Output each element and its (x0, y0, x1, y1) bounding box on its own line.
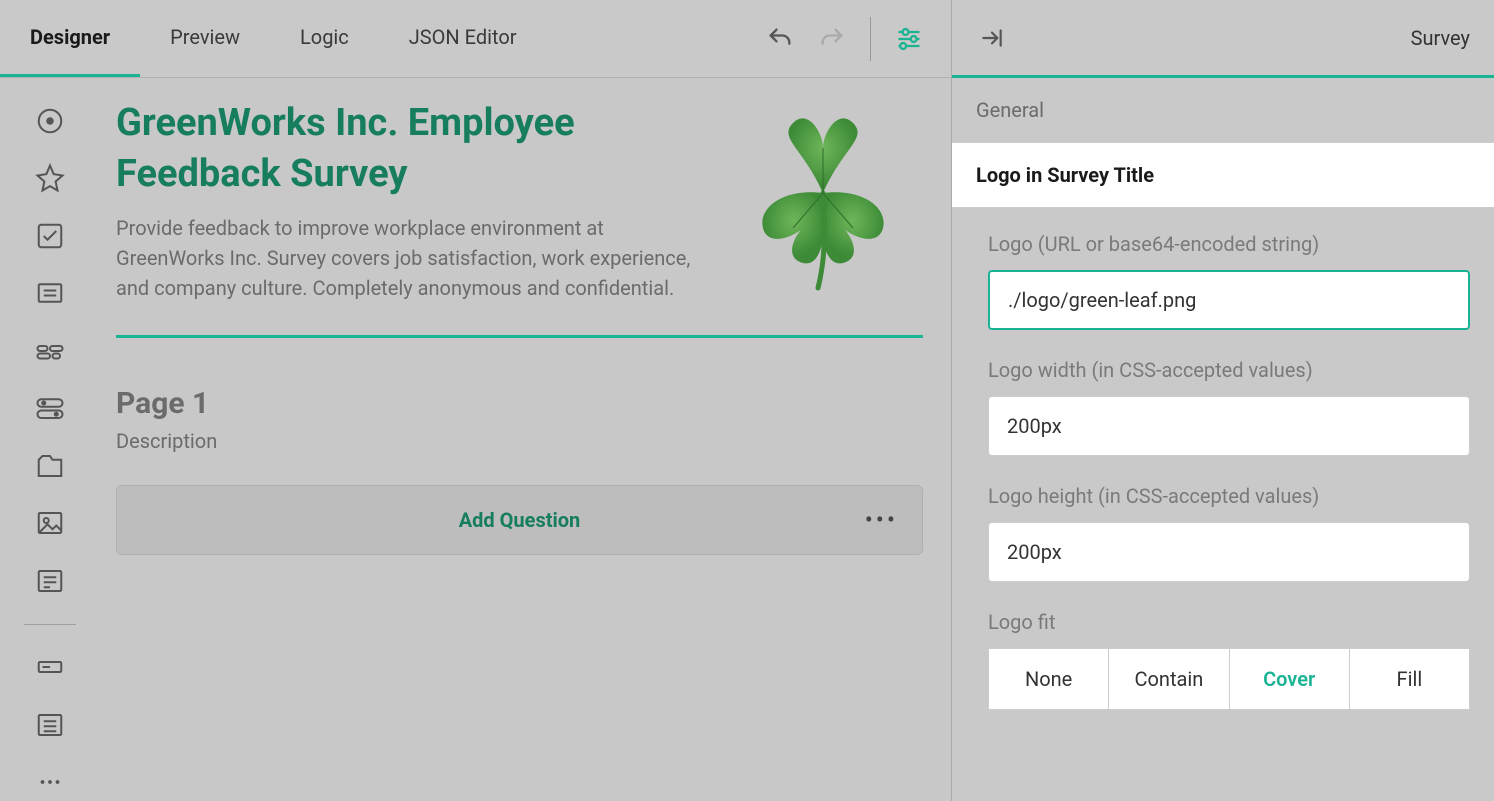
logo-height-label: Logo height (in CSS-accepted values) (988, 484, 1470, 508)
undo-icon (766, 25, 794, 53)
toolbox (0, 78, 100, 801)
logo-fit-contain[interactable]: Contain (1109, 648, 1229, 710)
designer-body: GreenWorks Inc. Employee Feedback Survey… (0, 78, 951, 801)
tab-preview[interactable]: Preview (140, 0, 270, 77)
tool-singleinput[interactable] (28, 649, 72, 687)
settings-button[interactable] (887, 17, 931, 61)
tab-designer[interactable]: Designer (0, 0, 140, 77)
section-logo-body: Logo (URL or base64-encoded string) Logo… (952, 208, 1494, 778)
tabs-right (758, 17, 951, 61)
collapse-panel-button[interactable] (976, 22, 1008, 54)
tool-image[interactable] (28, 505, 72, 543)
tool-more[interactable] (28, 764, 72, 801)
tabs-left: Designer Preview Logic JSON Editor (0, 0, 547, 77)
logo-fit-label: Logo fit (988, 610, 1470, 634)
tool-radiogroup[interactable] (28, 102, 72, 140)
survey-title[interactable]: GreenWorks Inc. Employee Feedback Survey (116, 98, 699, 201)
logo-fit-buttongroup: None Contain Cover Fill (988, 648, 1470, 710)
survey-header[interactable]: GreenWorks Inc. Employee Feedback Survey… (116, 98, 923, 338)
page-title[interactable]: Page 1 (116, 386, 923, 421)
logo-height-input[interactable] (988, 522, 1470, 582)
tab-logic[interactable]: Logic (270, 0, 379, 77)
logo-fit-cover[interactable]: Cover (1230, 648, 1350, 710)
tool-comment[interactable] (28, 562, 72, 600)
logo-url-label: Logo (URL or base64-encoded string) (988, 232, 1470, 256)
survey-logo[interactable] (723, 98, 923, 298)
tool-file[interactable] (28, 447, 72, 485)
tool-multipletext[interactable] (28, 706, 72, 744)
main-area: Designer Preview Logic JSON Editor (0, 0, 951, 801)
redo-icon (818, 25, 846, 53)
logo-width-label: Logo width (in CSS-accepted values) (988, 358, 1470, 382)
section-logo-header[interactable]: Logo in Survey Title (952, 142, 1494, 208)
separator (870, 17, 871, 61)
section-general[interactable]: General (952, 78, 1494, 142)
logo-width-input[interactable] (988, 396, 1470, 456)
settings-icon (895, 25, 923, 53)
right-panel-title: Survey (1411, 26, 1470, 50)
page-description[interactable]: Description (116, 429, 923, 453)
logo-fit-fill[interactable]: Fill (1350, 648, 1470, 710)
redo-button[interactable] (810, 17, 854, 61)
field-logo-fit: Logo fit None Contain Cover Fill (988, 610, 1470, 710)
survey-description[interactable]: Provide feedback to improve workplace en… (116, 213, 699, 303)
canvas: GreenWorks Inc. Employee Feedback Survey… (100, 78, 951, 801)
undo-button[interactable] (758, 17, 802, 61)
right-panel: Survey General Logo in Survey Title Logo… (951, 0, 1494, 801)
field-logo-url: Logo (URL or base64-encoded string) (988, 232, 1470, 330)
add-question-more-icon[interactable]: ••• (865, 506, 898, 534)
field-logo-width: Logo width (in CSS-accepted values) (988, 358, 1470, 456)
tool-rating[interactable] (28, 160, 72, 198)
logo-url-input[interactable] (988, 270, 1470, 330)
top-tabs: Designer Preview Logic JSON Editor (0, 0, 951, 78)
tool-boolean[interactable] (28, 390, 72, 428)
page-section[interactable]: Page 1 Description Add Question ••• (116, 338, 923, 555)
add-question-label: Add Question (459, 508, 581, 532)
survey-header-text: GreenWorks Inc. Employee Feedback Survey… (116, 98, 699, 303)
panel-content: General Logo in Survey Title Logo (URL o… (952, 78, 1494, 801)
tool-checkbox[interactable] (28, 217, 72, 255)
tool-tagbox[interactable] (28, 332, 72, 370)
right-panel-header: Survey (952, 0, 1494, 78)
tool-dropdown[interactable] (28, 275, 72, 313)
tab-json-editor[interactable]: JSON Editor (379, 0, 547, 77)
add-question-button[interactable]: Add Question ••• (116, 485, 923, 555)
logo-fit-none[interactable]: None (988, 648, 1109, 710)
toolbox-separator (24, 624, 76, 625)
collapse-right-icon (979, 25, 1005, 51)
shamrock-icon (723, 98, 923, 298)
field-logo-height: Logo height (in CSS-accepted values) (988, 484, 1470, 582)
